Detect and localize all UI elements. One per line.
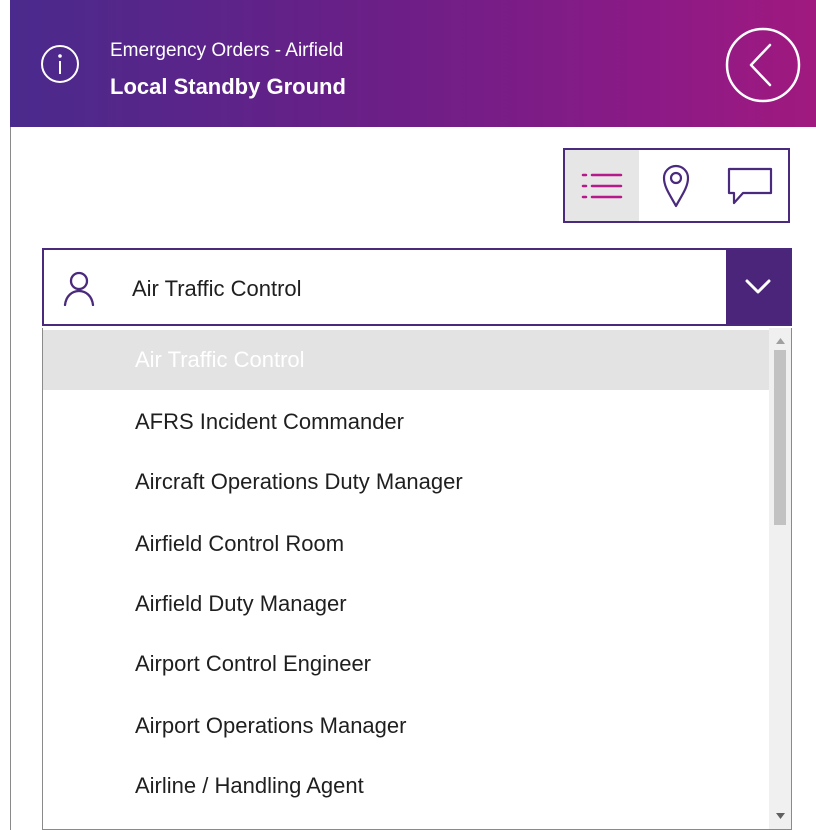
- list-view-button[interactable]: [565, 150, 639, 221]
- role-dropdown-value: Air Traffic Control: [132, 276, 302, 301]
- chat-view-button[interactable]: [713, 150, 787, 221]
- list-item[interactable]: Airfield Control Room: [43, 514, 769, 574]
- chevron-down-icon: [745, 279, 771, 294]
- scrollbar-thumb[interactable]: [774, 350, 786, 525]
- dropdown-toggle[interactable]: [726, 250, 790, 324]
- scroll-up-arrow[interactable]: [769, 330, 791, 352]
- triangle-down-icon: [775, 813, 785, 819]
- view-toolbar: [563, 148, 790, 223]
- list-item[interactable]: Airline / Handling Agent: [43, 756, 769, 816]
- list-item[interactable]: Airfield Duty Manager: [43, 574, 769, 634]
- triangle-up-icon: [775, 338, 785, 344]
- role-list[interactable]: Air Traffic Control AFRS Incident Comman…: [42, 328, 792, 830]
- list-item[interactable]: Airport Control Engineer: [43, 634, 769, 694]
- map-pin-icon: [662, 164, 690, 207]
- list-item[interactable]: Aircraft Operations Duty Manager: [43, 452, 769, 512]
- header-title: Emergency Orders - Airfield: [110, 40, 344, 61]
- role-dropdown[interactable]: Air Traffic Control: [42, 248, 792, 326]
- chevron-left-circle-icon[interactable]: [724, 26, 802, 104]
- scroll-down-arrow[interactable]: [769, 805, 791, 827]
- list-item[interactable]: AFRS Incident Commander: [43, 392, 769, 452]
- chat-bubble-icon: [727, 167, 773, 204]
- app-header: Emergency Orders - Airfield Local Standb…: [10, 0, 816, 127]
- info-circle-icon[interactable]: [40, 44, 80, 84]
- list-scrollbar[interactable]: [769, 328, 791, 829]
- list-item[interactable]: Air Traffic Control: [43, 330, 769, 390]
- list-item[interactable]: Airport Operations Manager: [43, 696, 769, 756]
- map-view-button[interactable]: [639, 150, 713, 221]
- person-icon: [63, 271, 95, 306]
- window-left-edge: [10, 127, 11, 830]
- list-icon: [581, 173, 623, 198]
- header-subtitle: Local Standby Ground: [110, 74, 346, 99]
